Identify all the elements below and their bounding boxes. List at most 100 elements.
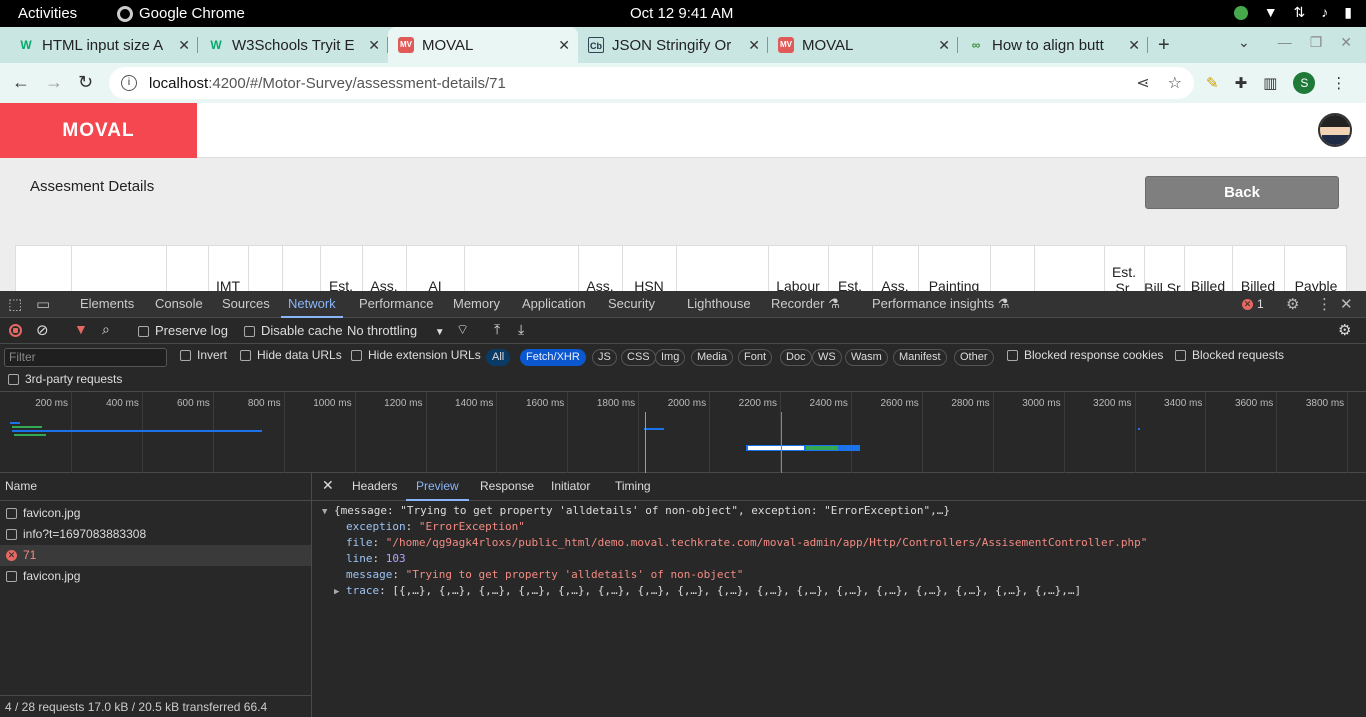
preview-summary-row[interactable]: ▼ {message: "Trying to get property 'all… — [322, 503, 950, 520]
browser-tab[interactable]: MV MOVAL ✕ — [768, 27, 958, 63]
request-row[interactable]: ✕ 71 — [0, 545, 311, 566]
type-filter-pill[interactable]: WS — [812, 349, 842, 366]
reload-icon[interactable]: ↻ — [78, 72, 93, 93]
type-filter-pill[interactable]: Font — [738, 349, 773, 366]
detail-tab[interactable]: Timing — [615, 479, 651, 493]
tab-close-icon[interactable]: ✕ — [368, 37, 380, 54]
network-settings-icon[interactable]: ⚙ — [1338, 321, 1351, 339]
browser-tab[interactable]: W W3Schools Tryit E ✕ — [198, 27, 388, 63]
request-row[interactable]: favicon.jpg — [0, 503, 311, 524]
close-icon[interactable]: ✕ — [1340, 34, 1352, 51]
clock[interactable]: Oct 12 9:41 AM — [630, 5, 733, 22]
blocked-cookies-checkbox[interactable]: Blocked response cookies — [1007, 348, 1163, 362]
collapse-triangle-icon[interactable]: ▼ — [322, 507, 327, 517]
maximize-icon[interactable]: ❐ — [1310, 34, 1323, 51]
side-panel-icon[interactable]: ▥ — [1263, 74, 1277, 92]
hide-data-urls-checkbox[interactable]: Hide data URLs — [240, 348, 342, 362]
trace-row[interactable]: ▶ trace: [{,…}, {,…}, {,…}, {,…}, {,…}, … — [334, 583, 1081, 600]
type-filter-pill[interactable]: Doc — [780, 349, 812, 366]
extensions-puzzle-icon[interactable]: ✚ — [1235, 74, 1248, 92]
import-har-icon[interactable]: ⤒ — [494, 321, 500, 338]
throttling-select[interactable]: No throttling ▼ — [347, 323, 445, 338]
system-tray[interactable]: ▼ ⇅ ♪ ▮ — [1233, 4, 1352, 21]
app-menu[interactable]: Google Chrome — [117, 5, 245, 22]
url-path: :4200/#/Motor-Survey/assessment-details/… — [208, 74, 506, 92]
type-filter-pill[interactable]: Manifest — [893, 349, 947, 366]
user-avatar[interactable] — [1318, 113, 1352, 147]
network-conditions-icon[interactable]: ⌔ — [456, 321, 469, 339]
minimize-icon[interactable]: — — [1278, 34, 1292, 51]
expand-triangle-icon[interactable]: ▶ — [334, 587, 339, 597]
record-icon[interactable] — [9, 324, 22, 337]
tab-close-icon[interactable]: ✕ — [1128, 37, 1140, 54]
invert-checkbox[interactable]: Invert — [180, 348, 227, 362]
tab-close-icon[interactable]: ✕ — [558, 37, 570, 54]
moval-logo[interactable]: MOVAL — [0, 103, 197, 158]
more-options-icon[interactable]: ⋮ — [1317, 295, 1332, 313]
back-button[interactable]: Back — [1145, 176, 1339, 209]
browser-tab[interactable]: W HTML input size A ✕ — [8, 27, 198, 63]
tab-close-icon[interactable]: ✕ — [178, 37, 190, 54]
hide-extension-urls-checkbox[interactable]: Hide extension URLs — [351, 348, 481, 362]
type-filter-pill[interactable]: Img — [655, 349, 686, 366]
devtools-tab[interactable]: Performance — [359, 296, 433, 311]
name-column-header[interactable]: Name — [0, 473, 311, 501]
filter-icon[interactable]: ▼ — [74, 321, 88, 337]
new-tab-button[interactable]: + — [1158, 34, 1170, 57]
settings-gear-icon[interactable]: ⚙ — [1286, 295, 1299, 313]
devtools-tab[interactable]: Recorder ⚗ — [771, 296, 840, 312]
filter-input[interactable]: Filter — [4, 348, 167, 367]
request-row[interactable]: info?t=1697083883308 — [0, 524, 311, 545]
detail-tab[interactable]: Headers — [352, 479, 397, 493]
info-icon[interactable]: i — [121, 75, 137, 91]
devtools-tab[interactable]: Memory — [453, 296, 500, 311]
bookmark-star-icon[interactable]: ☆ — [1168, 73, 1182, 93]
back-arrow-icon[interactable]: ← — [12, 72, 30, 93]
devtools-tab[interactable]: Sources — [222, 296, 270, 311]
type-filter-pill[interactable]: Wasm — [845, 349, 888, 366]
detail-tab[interactable]: Initiator — [551, 479, 590, 493]
blocked-requests-checkbox[interactable]: Blocked requests — [1175, 348, 1284, 362]
address-bar[interactable]: i localhost:4200/#/Motor-Survey/assessme… — [109, 67, 1194, 99]
profile-avatar[interactable]: S — [1293, 72, 1316, 94]
preserve-log-checkbox[interactable]: Preserve log — [138, 323, 228, 338]
export-har-icon[interactable]: ⤓ — [518, 321, 524, 338]
devtools-tab[interactable]: Security — [608, 296, 655, 311]
third-party-checkbox[interactable]: 3rd-party requests — [8, 372, 122, 386]
network-timeline[interactable]: 200 ms 400 ms 600 ms 800 ms 1000 ms 1200 ms 14… — [0, 392, 1366, 473]
type-filter-pill[interactable]: CSS — [621, 349, 656, 366]
device-toolbar-icon[interactable]: ▭ — [36, 295, 50, 313]
tab-search-icon[interactable]: ⌄ — [1238, 34, 1250, 51]
devtools-tab[interactable]: Application — [522, 296, 586, 311]
type-filter-pill[interactable]: All — [486, 349, 511, 366]
type-filter-pill[interactable]: Media — [691, 349, 733, 366]
tab-close-icon[interactable]: ✕ — [938, 37, 950, 54]
type-filter-pill[interactable]: Other — [954, 349, 994, 366]
tab-close-icon[interactable]: ✕ — [748, 37, 760, 54]
devtools-tab[interactable]: Network — [288, 296, 336, 311]
devtools-tab[interactable]: Performance insights ⚗ — [872, 296, 1009, 312]
browser-tab[interactable]: Cb JSON Stringify Or ✕ — [578, 27, 768, 63]
close-devtools-icon[interactable]: ✕ — [1340, 295, 1353, 313]
type-filter-pill[interactable]: JS — [592, 349, 617, 366]
detail-tab[interactable]: Preview — [416, 479, 459, 493]
devtools-tab[interactable]: Console — [155, 296, 203, 311]
activities-button[interactable]: Activities — [18, 5, 77, 22]
disable-cache-checkbox[interactable]: Disable cache — [244, 323, 343, 338]
menu-kebab-icon[interactable]: ⋮ — [1331, 74, 1346, 92]
broom-extension-icon[interactable]: ✎ — [1206, 74, 1219, 92]
inspect-element-icon[interactable]: ⬚ — [8, 295, 22, 313]
type-filter-pill[interactable]: Fetch/XHR — [520, 349, 586, 366]
search-icon[interactable]: ⌕ — [102, 321, 110, 338]
detail-tab[interactable]: Response — [480, 479, 534, 493]
devtools-tab[interactable]: Lighthouse — [687, 296, 751, 311]
devtools-tab[interactable]: Elements — [80, 296, 134, 311]
close-details-icon[interactable]: ✕ — [322, 477, 334, 494]
share-icon[interactable]: ⋖ — [1136, 73, 1149, 93]
forward-arrow-icon[interactable]: → — [45, 72, 63, 93]
request-row[interactable]: favicon.jpg — [0, 566, 311, 587]
browser-tab[interactable]: ∞ How to align butt ✕ — [958, 27, 1148, 63]
error-counter[interactable]: ✕ 1 — [1242, 297, 1264, 311]
clear-icon[interactable]: ⊘ — [36, 321, 49, 339]
browser-tab[interactable]: MV MOVAL ✕ — [388, 27, 578, 63]
